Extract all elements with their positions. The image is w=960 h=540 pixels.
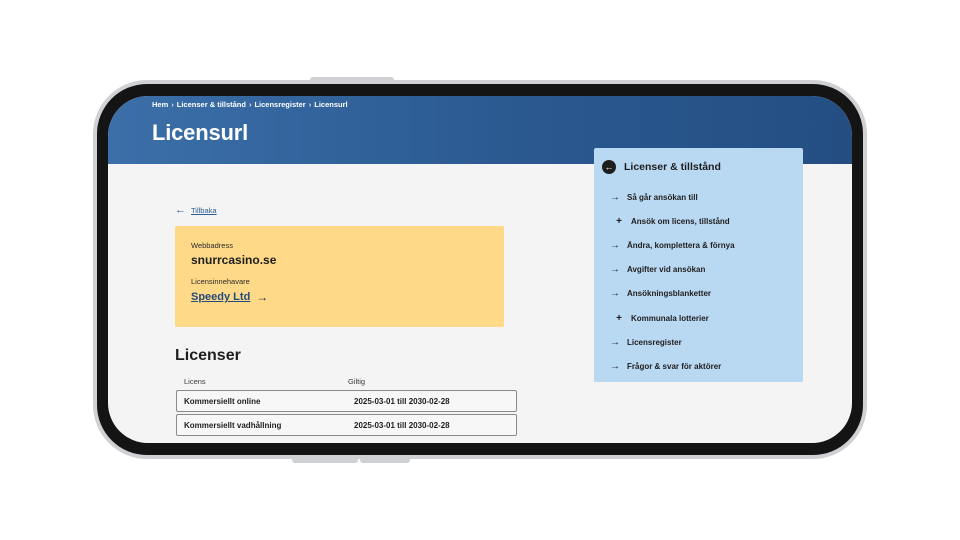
breadcrumb-current: Licensurl [314, 100, 348, 109]
nav-item-fragor-svar[interactable]: → Frågor & svar för aktörer [610, 361, 721, 372]
breadcrumb-home[interactable]: Hem [152, 100, 168, 109]
arrow-right-icon: → [610, 192, 620, 203]
arrow-right-icon: → [610, 264, 620, 275]
breadcrumb: Hem › Licenser & tillstånd › Licensregis… [152, 100, 348, 109]
nav-item-ansok-om-licens[interactable]: + Ansök om licens, tillstånd [614, 216, 730, 227]
nav-item-avgifter[interactable]: → Avgifter vid ansökan [610, 264, 705, 275]
back-link-label: Tillbaka [191, 206, 217, 215]
breadcrumb-licensregister[interactable]: Licensregister [254, 100, 305, 109]
nav-item-label: Ansökningsblanketter [627, 289, 712, 298]
nav-item-kommunala-lotterier[interactable]: + Kommunala lotterier [614, 313, 709, 324]
license-validity: 2025-03-01 till 2030-02-28 [354, 421, 450, 430]
nav-item-andra-komplettera[interactable]: → Ändra, komplettera & förnya [610, 240, 735, 251]
arrow-right-icon: → [610, 240, 620, 251]
address-label: Webbadress [191, 241, 233, 250]
nav-item-label: Ändra, komplettera & förnya [627, 241, 735, 250]
nav-item-label: Avgifter vid ansökan [627, 265, 706, 274]
phone-screen: Hem › Licenser & tillstånd › Licensregis… [108, 96, 852, 443]
back-circle-icon: ← [602, 160, 616, 174]
page-title: Licensurl [152, 120, 249, 145]
arrow-right-icon: → [610, 337, 620, 348]
holder-link-label: Speedy Ltd [191, 291, 251, 303]
nav-item-licensregister[interactable]: → Licensregister [610, 337, 682, 348]
address-value: snurrcasino.se [191, 253, 277, 267]
column-header-giltig: Giltig [348, 377, 366, 386]
plus-icon: + [616, 216, 622, 227]
side-nav-title: Licenser & tillstånd [624, 161, 721, 173]
side-navigation: ← Licenser & tillstånd → Så går ansökan … [594, 148, 803, 382]
plus-icon: + [616, 313, 622, 324]
license-info-card: Webbadress snurrcasino.se Licensinnehava… [175, 226, 504, 327]
breadcrumb-licenser[interactable]: Licenser & tillstånd [177, 100, 246, 109]
nav-item-sa-gar-ansokan[interactable]: → Så går ansökan till [610, 192, 698, 203]
license-validity: 2025-03-01 till 2030-02-28 [354, 397, 450, 406]
nav-item-label: Så går ansökan till [627, 193, 698, 202]
licenses-heading: Licenser [175, 347, 241, 364]
side-nav-back[interactable]: ← Licenser & tillstånd [602, 160, 721, 174]
holder-label: Licensinnehavare [191, 277, 250, 286]
nav-item-label: Licensregister [627, 338, 682, 347]
nav-item-label: Kommunala lotterier [631, 314, 709, 323]
nav-item-label: Frågor & svar för aktörer [627, 362, 722, 371]
arrow-right-icon: → [610, 361, 620, 372]
chevron-right-icon: › [171, 100, 174, 109]
table-row: Kommersiellt vadhållning 2025-03-01 till… [176, 414, 517, 436]
holder-link[interactable]: Speedy Ltd → [191, 290, 268, 304]
column-header-licens: Licens [184, 377, 206, 386]
arrow-right-icon: → [256, 290, 269, 304]
chevron-right-icon: › [248, 100, 252, 109]
license-name: Kommersiellt vadhållning [184, 421, 282, 430]
license-name: Kommersiellt online [184, 397, 261, 406]
nav-item-label: Ansök om licens, tillstånd [631, 217, 730, 226]
arrow-right-icon: → [610, 288, 620, 299]
nav-item-ansokningsblanketter[interactable]: → Ansökningsblanketter [610, 288, 711, 299]
arrow-left-icon: ← [175, 204, 186, 216]
back-link[interactable]: ← Tillbaka [175, 205, 217, 216]
chevron-right-icon: › [308, 100, 312, 109]
table-row: Kommersiellt online 2025-03-01 till 2030… [176, 390, 517, 412]
